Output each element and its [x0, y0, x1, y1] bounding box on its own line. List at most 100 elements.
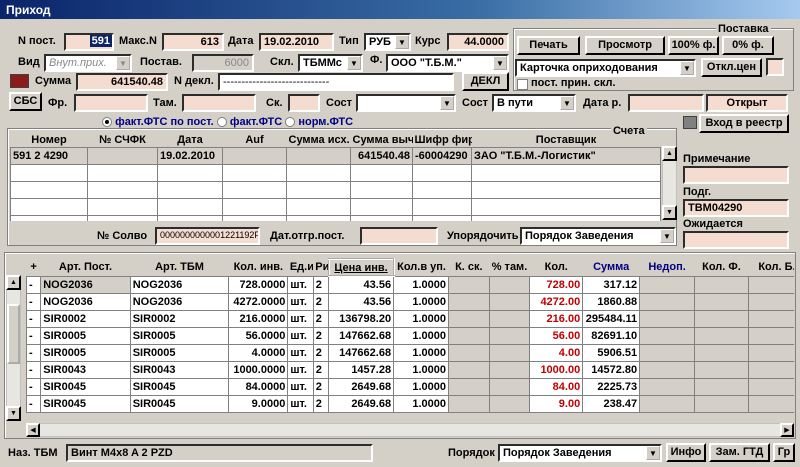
- scheta-row-empty[interactable]: [10, 197, 661, 216]
- items-col-header[interactable]: +: [27, 259, 41, 276]
- items-row[interactable]: - SIR0005 SIR0005 4.0000 шт. 2 147662.68 1.0000…: [26, 343, 794, 362]
- items-cell: SIR0005: [129, 343, 230, 362]
- items-cell: 82691.10: [582, 326, 641, 345]
- scheta-row[interactable]: 591 2 4290 19.02.2010 641540.48 -60004290 ЗА…: [10, 146, 661, 165]
- items-row[interactable]: - SIR0005 SIR0005 56.0000 шт. 2 147662.68 1.000…: [26, 326, 794, 345]
- items-cell: [488, 360, 531, 379]
- items-col-header[interactable]: Ри: [313, 259, 328, 276]
- scheta-scrollbar[interactable]: ▲ ▼: [662, 146, 677, 220]
- vhod-reestr-button[interactable]: Вход в реестр: [699, 114, 789, 133]
- radio-fts[interactable]: [216, 117, 227, 128]
- items-row[interactable]: - SIR0043 SIR0043 1000.0000 шт. 2 1457.28 1.000…: [26, 360, 794, 379]
- pct0-button[interactable]: 0% ф.: [722, 36, 774, 55]
- otkl-cen-field[interactable]: [766, 58, 784, 76]
- items-col-header[interactable]: % там.: [489, 259, 530, 276]
- items-cell: 2: [312, 343, 330, 362]
- scheta-col-header[interactable]: Номер: [11, 133, 88, 147]
- items-col-header[interactable]: Сумма: [583, 259, 640, 276]
- sost2-select[interactable]: В пути ▼: [492, 94, 576, 112]
- f-select[interactable]: ООО "Т.Б.М." ▼: [386, 54, 509, 72]
- scroll-left-icon[interactable]: ◀: [26, 423, 40, 437]
- scroll-up-icon[interactable]: ▲: [662, 146, 677, 161]
- scheta-col-header[interactable]: Сумма выч.: [351, 133, 413, 147]
- postav-field[interactable]: 6000: [192, 54, 254, 72]
- ozhidaetsya-field[interactable]: [683, 231, 789, 249]
- pct100-button[interactable]: 100% ф.: [668, 36, 719, 55]
- items-hscrollbar[interactable]: ◀ ▶: [26, 423, 794, 437]
- items-row[interactable]: - SIR0002 SIR0002 216.0000 шт. 2 136798.20 1.00…: [26, 309, 794, 328]
- items-col-header[interactable]: Цена инв.: [327, 258, 395, 277]
- items-col-header[interactable]: Недоп.: [640, 259, 695, 276]
- items-cell: [639, 292, 696, 311]
- items-row[interactable]: - SIR0045 SIR0045 9.0000 шт. 2 2649.68 1.0000 9.…: [26, 394, 794, 413]
- skl-select[interactable]: ТБММс ▼: [298, 54, 363, 72]
- scheta-col-header[interactable]: Шифр фир.: [413, 133, 472, 147]
- fr-field[interactable]: [74, 94, 148, 112]
- tip-select[interactable]: РУБ ▼: [364, 33, 411, 51]
- scroll-down-icon[interactable]: ▼: [6, 406, 21, 421]
- items-cell: [639, 360, 696, 379]
- summa-field[interactable]: 641540.48: [76, 73, 168, 91]
- scheta-col-header[interactable]: Дата: [158, 133, 223, 147]
- data-r-field[interactable]: [628, 94, 704, 112]
- uporyad-select[interactable]: Порядок Заведения ▼: [520, 227, 676, 245]
- sk-field[interactable]: [288, 94, 320, 112]
- gr-button[interactable]: Гр: [773, 443, 795, 462]
- primechanie-field[interactable]: [683, 166, 789, 184]
- items-col-header[interactable]: Кол. инв.: [229, 259, 288, 276]
- scheta-col-header[interactable]: Auf: [223, 133, 287, 147]
- scheta-col-header[interactable]: № СЧФК: [88, 133, 158, 147]
- scheta-cell: ЗАО "Т.Б.М.-Логистик": [471, 146, 661, 165]
- items-cell: 295484.11: [582, 309, 641, 328]
- podg-field[interactable]: ТВМ04290: [683, 199, 789, 217]
- kurs-field[interactable]: 44.0000: [447, 33, 509, 51]
- zam-gtd-button[interactable]: Зам. ГТД: [709, 443, 770, 462]
- maks-n-field[interactable]: 613: [162, 33, 224, 51]
- items-row[interactable]: - SIR0045 SIR0045 84.0000 шт. 2 2649.68 1.0000 8…: [26, 377, 794, 396]
- items-row[interactable]: - NOG2036 NOG2036 728.0000 шт. 2 43.56 1.0000 72…: [26, 275, 794, 294]
- items-left-scrollbar[interactable]: ▲ ▼: [6, 275, 21, 421]
- scroll-right-icon[interactable]: ▶: [780, 423, 794, 437]
- scheta-col-header[interactable]: Поставщик: [472, 133, 661, 147]
- scroll-thumb[interactable]: [7, 304, 20, 364]
- poryadok-select[interactable]: Порядок Заведения ▼: [498, 444, 662, 462]
- n-solvo-field[interactable]: 000000000000122119​2P: [155, 227, 260, 245]
- kartochka-select[interactable]: Карточка оприходования ▼: [515, 59, 696, 77]
- items-col-header[interactable]: Арт. Пост.: [41, 259, 130, 276]
- post-prin-skl-checkbox[interactable]: [517, 79, 528, 90]
- vid-select[interactable]: Внут.прих. ▼: [44, 54, 132, 72]
- scheta-row-empty[interactable]: [10, 163, 661, 182]
- sbs-button[interactable]: СБС: [9, 92, 42, 111]
- items-cell: 4272.00: [529, 292, 584, 311]
- items-col-header[interactable]: К. ск.: [448, 259, 489, 276]
- scheta-col-header[interactable]: Сумма исх.: [287, 133, 351, 147]
- otkl-cen-button[interactable]: Откл.цен: [701, 58, 762, 77]
- items-cell: [747, 309, 794, 328]
- scheta-row-empty[interactable]: [10, 180, 661, 199]
- radio-norm-fts[interactable]: [285, 117, 296, 128]
- items-col-header[interactable]: Кол.: [530, 259, 583, 276]
- pechat-button[interactable]: Печать: [517, 36, 580, 55]
- sost-select[interactable]: ▼: [356, 94, 456, 112]
- items-col-header[interactable]: Кол.в уп.: [394, 259, 449, 276]
- items-col-header[interactable]: Арт. ТБМ: [130, 259, 229, 276]
- scheta-row-empty[interactable]: [10, 214, 661, 221]
- items-col-header[interactable]: Кол. Б.: [748, 259, 794, 276]
- scroll-up-icon[interactable]: ▲: [6, 275, 21, 290]
- info-button[interactable]: Инфо: [666, 443, 706, 462]
- radio-fts-by-post[interactable]: [102, 117, 112, 128]
- prosmotr-button[interactable]: Просмотр: [585, 36, 665, 55]
- scroll-down-icon[interactable]: ▼: [662, 205, 677, 220]
- items-cell: -: [26, 360, 42, 379]
- data-field[interactable]: 19.02.2010: [259, 33, 334, 51]
- items-row[interactable]: - NOG2036 NOG2036 4272.0000 шт. 2 43.56 1.0000 4…: [26, 292, 794, 311]
- dekl-button[interactable]: ДЕКЛ: [462, 72, 509, 91]
- n-dekl-field[interactable]: -----------------------------: [218, 73, 454, 91]
- tam-field[interactable]: [182, 94, 256, 112]
- scheta-cell: [87, 163, 158, 182]
- items-col-header[interactable]: Ед.и: [288, 259, 313, 276]
- items-col-header[interactable]: Кол. Ф.: [695, 259, 749, 276]
- f-value: ООО "Т.Б.М.": [391, 57, 462, 69]
- dat-otgr-field[interactable]: [360, 227, 438, 245]
- n-post-field[interactable]: 591: [64, 33, 114, 51]
